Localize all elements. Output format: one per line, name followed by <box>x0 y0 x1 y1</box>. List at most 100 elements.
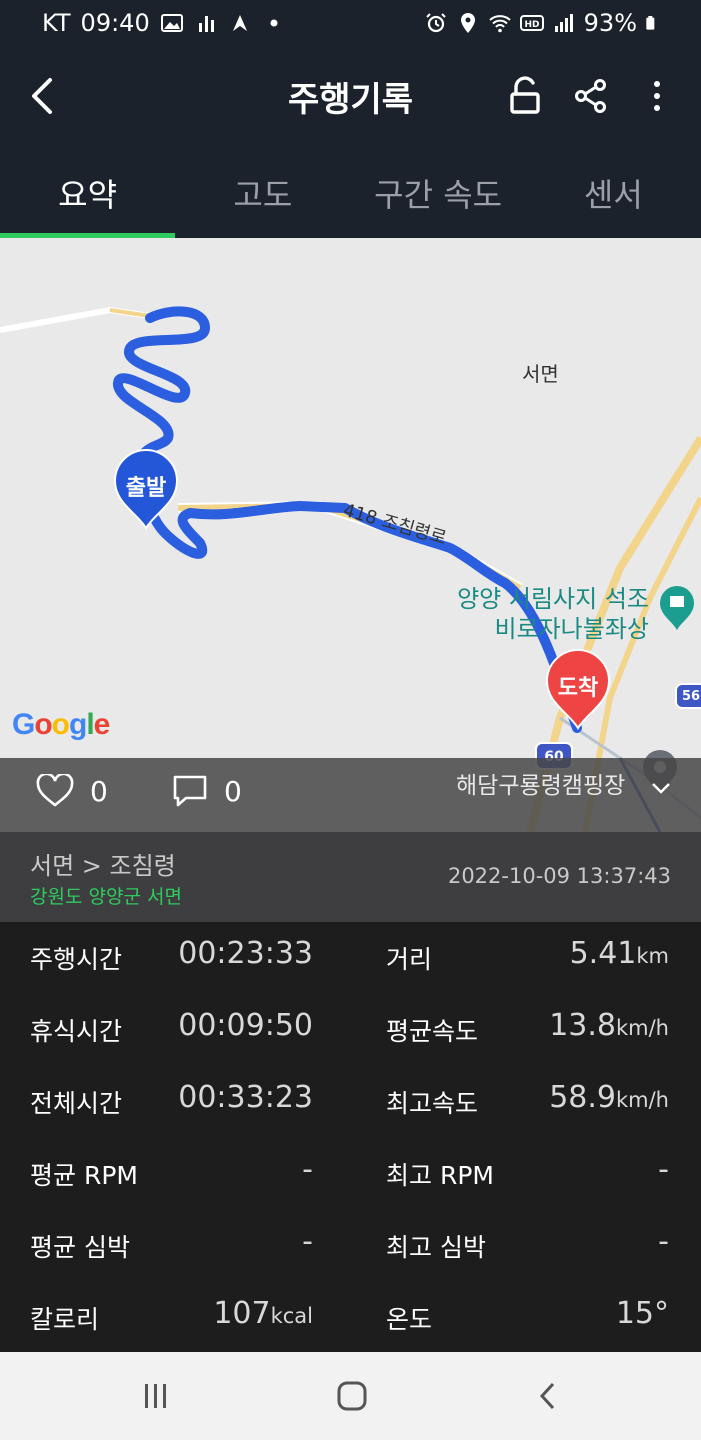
clock: 09:40 <box>80 9 150 37</box>
cell-signal-icon <box>554 14 573 32</box>
back-nav-icon <box>539 1382 555 1410</box>
avg-speed-label: 평균속도 <box>386 1017 479 1046</box>
start-marker-label: 출발 <box>125 476 167 501</box>
google-logo: Google <box>12 708 110 741</box>
max-rpm-label: 최고 RPM <box>386 1161 494 1190</box>
app-bar: 주행기록 <box>0 50 701 144</box>
max-heart-rate-label: 최고 심박 <box>386 1233 486 1262</box>
unlock-button[interactable] <box>499 70 551 122</box>
total-time-value: 00:33:23 <box>178 1080 313 1115</box>
comment-icon <box>173 775 207 807</box>
avg-rpm-value: - <box>302 1152 313 1187</box>
tab-bar: 요약 고도 구간 속도 센서 <box>0 144 701 238</box>
stats-panel: 주행시간 00:23:33 거리 5.41km 휴식시간 00:09:50 평균… <box>0 922 701 1352</box>
max-speed-label: 최고속도 <box>386 1089 479 1118</box>
calories-label: 칼로리 <box>30 1305 100 1334</box>
stats-row: 주행시간 00:23:33 거리 5.41km <box>0 922 701 994</box>
max-speed-unit: km/h <box>615 1088 669 1112</box>
signal-bars-icon <box>198 16 214 32</box>
route-56-label: 56 <box>681 689 701 704</box>
stats-row: 평균 RPM - 최고 RPM - <box>0 1138 701 1210</box>
stats-row: 칼로리 107kcal 온도 15° <box>0 1282 701 1354</box>
recents-button[interactable] <box>134 1374 178 1418</box>
distance-label: 거리 <box>386 945 433 974</box>
distance-value-wrap: 5.41km <box>570 936 669 971</box>
chevron-down-icon <box>652 783 670 794</box>
more-icon <box>654 81 660 111</box>
rest-time-value: 00:09:50 <box>178 1008 313 1043</box>
avg-rpm-label: 평균 RPM <box>30 1161 138 1190</box>
home-button[interactable] <box>330 1374 374 1418</box>
campsite-label: 해담구룡령캠핑장 <box>456 773 626 799</box>
home-icon <box>337 1381 367 1411</box>
ride-time-label: 주행시간 <box>30 945 123 974</box>
max-heart-rate-value: - <box>658 1224 669 1259</box>
calories-value-wrap: 107kcal <box>213 1296 313 1331</box>
heart-icon <box>36 774 74 807</box>
wifi-icon <box>488 15 511 33</box>
poi-label[interactable]: 양양 서림사지 석조 비로자나불좌상 <box>457 584 649 644</box>
location-icon <box>460 13 475 33</box>
dot-icon <box>270 19 278 27</box>
tab-summary[interactable]: 요약 <box>0 144 176 238</box>
share-button[interactable] <box>565 70 617 122</box>
alarm-icon <box>425 13 446 33</box>
max-rpm-value: - <box>658 1152 669 1187</box>
calories-value: 107 <box>213 1296 271 1331</box>
carrier-label: KT <box>42 9 71 37</box>
expand-button[interactable] <box>651 780 671 799</box>
route-map[interactable]: 서면 418 조침령로 출발 도착 양양 서림사지 석조 비로자나불좌상 60 … <box>0 238 701 832</box>
total-time-label: 전체시간 <box>30 1089 123 1118</box>
ride-time-value: 00:23:33 <box>178 936 313 971</box>
temperature-value: 15° <box>615 1296 669 1331</box>
stats-row: 휴식시간 00:09:50 평균속도 13.8km/h <box>0 994 701 1066</box>
poi-label-line2: 비로자나불좌상 <box>494 615 649 643</box>
avg-speed-value-wrap: 13.8km/h <box>549 1008 669 1043</box>
gallery-icon <box>160 14 183 32</box>
location-bar: 서면 > 조침령 강원도 양양군 서면 2022-10-09 13:37:43 <box>0 832 701 922</box>
app-icon <box>232 15 247 31</box>
system-nav-bar <box>0 1352 701 1440</box>
comment-button[interactable]: 0 <box>172 774 242 808</box>
unlock-icon <box>510 76 540 114</box>
ride-datetime: 2022-10-09 13:37:43 <box>447 864 671 888</box>
max-speed-value-wrap: 58.9km/h <box>549 1080 669 1115</box>
more-button[interactable] <box>631 70 683 122</box>
tab-sensor[interactable]: 센서 <box>526 144 701 238</box>
distance-unit: km <box>636 944 669 968</box>
status-left: KT 09:40 <box>42 9 286 37</box>
tab-section-speed[interactable]: 구간 속도 <box>351 144 526 238</box>
social-bar: 0 0 해담구룡령캠핑장 <box>0 758 701 832</box>
rest-time-label: 휴식시간 <box>30 1017 123 1046</box>
avg-speed-value: 13.8 <box>549 1008 616 1043</box>
stats-row: 전체시간 00:33:23 최고속도 58.9km/h <box>0 1066 701 1138</box>
distance-value: 5.41 <box>569 936 637 971</box>
end-marker-label: 도착 <box>557 676 599 701</box>
route-name: 서면 > 조침령 <box>30 852 176 880</box>
temperature-label: 온도 <box>386 1305 433 1334</box>
poi-label-line1: 양양 서림사지 석조 <box>457 585 649 613</box>
area-label: 서면 <box>522 362 559 386</box>
recents-icon <box>145 1384 166 1408</box>
like-count: 0 <box>90 774 108 808</box>
region-name: 강원도 양양군 서면 <box>30 886 182 908</box>
avg-speed-unit: km/h <box>615 1016 669 1040</box>
poi-museum-icon[interactable] <box>660 586 694 630</box>
status-right: HD 93% <box>424 9 661 37</box>
stats-row: 평균 심박 - 최고 심박 - <box>0 1210 701 1282</box>
battery-percent: 93% <box>583 9 637 37</box>
calories-unit: kcal <box>270 1304 313 1328</box>
share-icon <box>575 79 606 113</box>
map-canvas <box>0 306 701 832</box>
avg-heart-rate-value: - <box>302 1224 313 1259</box>
max-speed-value: 58.9 <box>549 1080 616 1115</box>
avg-heart-rate-label: 평균 심박 <box>30 1233 130 1262</box>
hd-icon: HD <box>519 15 544 31</box>
system-back-button[interactable] <box>526 1374 570 1418</box>
tab-altitude[interactable]: 고도 <box>175 144 350 238</box>
status-bar: KT 09:40 HD 93% <box>0 0 701 50</box>
svg-text:HD: HD <box>524 20 539 30</box>
comment-count: 0 <box>224 774 242 808</box>
battery-icon <box>646 16 655 30</box>
like-button[interactable]: 0 <box>36 774 108 808</box>
